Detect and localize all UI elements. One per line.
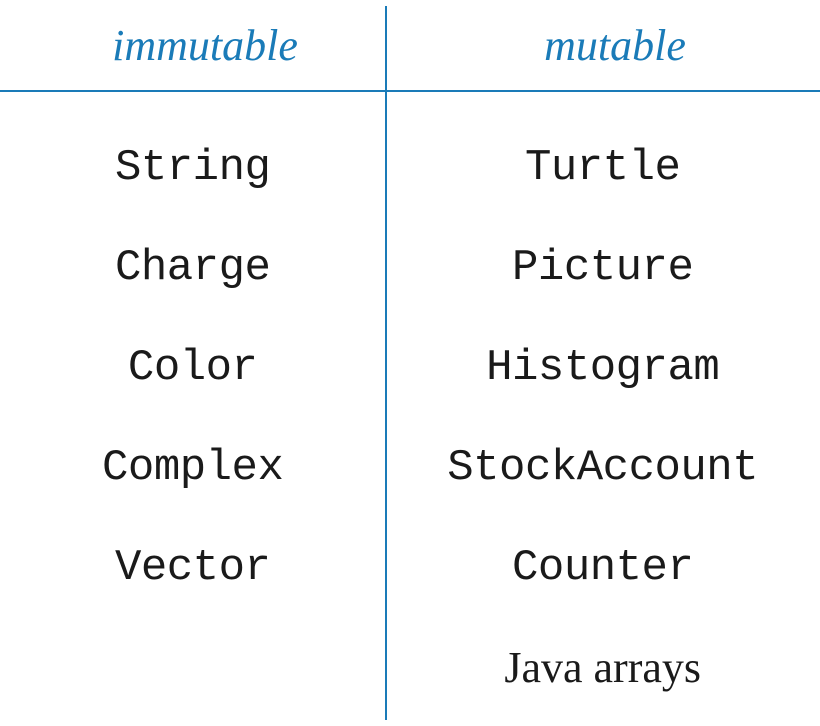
table-cell: Charge [115,218,270,318]
comparison-table: immutable mutable String Charge Color Co… [0,0,820,726]
table-header-row: immutable mutable [0,0,820,90]
mutable-column: Turtle Picture Histogram StockAccount Co… [385,90,820,726]
table-cell: Counter [512,518,693,618]
header-immutable: immutable [0,20,410,71]
immutable-column: String Charge Color Complex Vector [0,90,385,726]
table-cell: Color [128,318,258,418]
table-cell: Histogram [486,318,719,418]
table-body: String Charge Color Complex Vector Turtl… [0,90,820,726]
table-cell: StockAccount [447,418,758,518]
header-mutable: mutable [410,20,820,71]
table-cell: Java arrays [504,618,701,718]
table-cell: Vector [115,518,270,618]
table-cell: Complex [102,418,283,518]
table-cell: Turtle [525,118,680,218]
table-cell: String [115,118,270,218]
table-cell: Picture [512,218,693,318]
